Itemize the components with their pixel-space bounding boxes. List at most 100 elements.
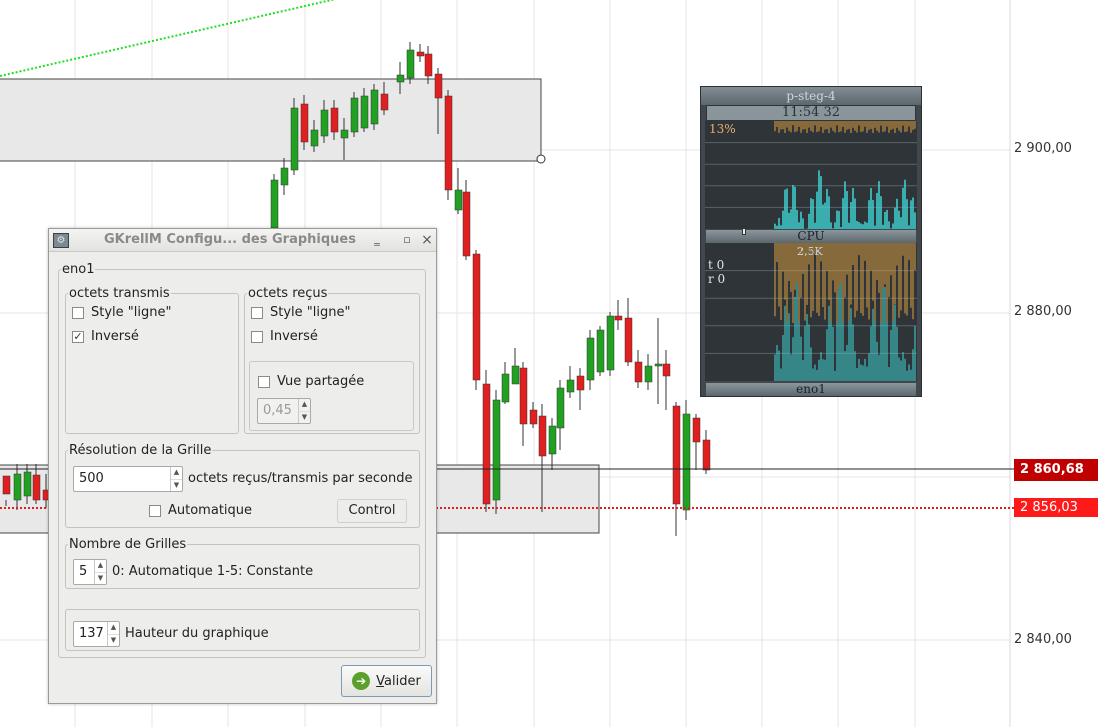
clock-display: 11:54 32 [706, 105, 916, 121]
candle-body [624, 317, 633, 363]
height-spinner[interactable]: 137 ▲ ▼ [73, 621, 120, 647]
candle-body [672, 405, 681, 505]
candle-body [511, 365, 520, 385]
candle-body [290, 107, 299, 171]
candle-body [416, 51, 425, 57]
candle-body [548, 425, 557, 455]
checkbox-box[interactable] [72, 306, 84, 319]
candle-body [270, 179, 279, 229]
candle-body [454, 189, 463, 211]
close-button[interactable]: × [419, 232, 435, 248]
cpu-percent-label: 13% [709, 122, 736, 136]
grid-auto-checkbox[interactable]: Automatique [149, 503, 252, 518]
candle-body [566, 379, 575, 393]
candle-body [434, 73, 443, 99]
net-label-bar: eno1 [706, 383, 916, 396]
height-label: Hauteur du graphique [125, 626, 269, 641]
checkbox-box[interactable] [149, 504, 161, 517]
checkbox-label: Automatique [168, 503, 253, 518]
candle-body [2, 475, 11, 495]
spinner-value: 137 [79, 626, 104, 641]
grid-resolution-unit: octets reçus/transmis par seconde [188, 471, 413, 486]
spin-up-icon[interactable]: ▲ [299, 399, 310, 412]
spin-up-icon[interactable]: ▲ [171, 467, 182, 480]
checkbox-label: Inversé [270, 329, 318, 344]
cpu-graph [705, 121, 917, 229]
dialog-titlebar[interactable]: ⚙ GKrellM Configu... des Graphiques ‗ ▫ … [49, 229, 436, 252]
candle-body [682, 413, 691, 511]
candle-body [576, 375, 585, 391]
candle-body [556, 387, 565, 429]
maximize-button[interactable]: ▫ [399, 232, 415, 248]
candle-body [644, 365, 653, 383]
zone-handle [536, 154, 546, 164]
candle-body [396, 74, 405, 83]
grid-count-hint: 0: Automatique 1-5: Constante [112, 564, 314, 579]
candle-body [444, 95, 453, 191]
candle-body [406, 49, 415, 79]
config-dialog: ⚙ GKrellM Configu... des Graphiques ‗ ▫ … [48, 228, 437, 704]
dialog-title: GKrellM Configu... des Graphiques [104, 232, 356, 247]
minimize-button[interactable]: ‗ [369, 232, 385, 248]
rx-label: r 0 [708, 272, 726, 286]
ok-button-label: Valider [376, 673, 421, 689]
net-graph [705, 243, 917, 381]
current-price-badge: 2 860,68 [1014, 459, 1098, 481]
net-interface-label: eno1 [796, 382, 826, 396]
grid-resolution-spinner[interactable]: 500 ▲ ▼ [73, 466, 183, 492]
recv-line-style-checkbox[interactable]: Style "ligne" [251, 305, 350, 320]
candle-body [606, 315, 615, 371]
candle-body [654, 363, 663, 367]
candle-body [340, 129, 349, 139]
candle-body [380, 93, 389, 111]
spinner-value: 0,45 [263, 403, 292, 418]
sent-inverse-checkbox[interactable]: ✓ Inversé [72, 329, 139, 344]
split-view-checkbox[interactable]: Vue partagée [258, 374, 364, 389]
checkbox-label: Inversé [91, 329, 139, 344]
candle-body [482, 383, 491, 505]
app-icon[interactable]: ⚙ [53, 233, 69, 248]
candle-body [519, 367, 528, 425]
sent-line-style-checkbox[interactable]: Style "ligne" [72, 305, 171, 320]
hostname-label: p-steg-4 [701, 87, 921, 105]
candle-body [596, 329, 605, 373]
candle-body [462, 191, 471, 257]
candle-body [350, 97, 359, 133]
candle-body [280, 167, 289, 186]
recv-inverse-checkbox[interactable]: Inversé [251, 329, 318, 344]
spinner-value: 5 [79, 564, 88, 579]
spin-up-icon[interactable]: ▲ [108, 622, 119, 635]
control-button[interactable]: Control [337, 499, 407, 523]
spinner-value: 500 [79, 471, 104, 486]
candle-body [492, 399, 501, 501]
candle-body [310, 129, 319, 147]
received-group-label: octets reçus [248, 286, 328, 301]
spin-down-icon[interactable]: ▼ [171, 480, 182, 492]
candle-body [538, 415, 547, 457]
checkbox-box[interactable]: ✓ [72, 330, 84, 343]
grid-count-spinner[interactable]: 5 ▲ ▼ [73, 559, 107, 585]
spin-down-icon[interactable]: ▼ [299, 412, 310, 424]
checkbox-box[interactable] [258, 375, 270, 388]
checkbox-box[interactable] [251, 330, 263, 343]
cpu-slider-knob[interactable] [742, 228, 746, 235]
candle-body [634, 361, 643, 383]
ok-arrow-icon: ➔ [352, 672, 371, 690]
spin-up-icon[interactable]: ▲ [95, 560, 106, 573]
cpu-label: CPU [797, 229, 825, 243]
checkbox-label: Vue partagée [277, 374, 365, 389]
candle-body [662, 363, 671, 377]
cpu-label-bar: CPU [706, 230, 916, 243]
spin-down-icon[interactable]: ▼ [108, 635, 119, 647]
candle-body [529, 409, 538, 425]
marker-price-badge: 2 856,03 [1014, 498, 1098, 517]
checkbox-box[interactable] [251, 306, 263, 319]
gkrellm-monitor[interactable]: p-steg-4 11:54 32 13% CPU 2,5K t 0 r 0 e… [700, 86, 922, 397]
candle-body [23, 471, 32, 497]
split-ratio-spinner[interactable]: 0,45 ▲ ▼ [257, 398, 311, 424]
spin-down-icon[interactable]: ▼ [95, 573, 106, 585]
checkbox-label: Style "ligne" [270, 305, 351, 320]
candle-body [330, 107, 339, 133]
ok-button[interactable]: ➔ Valider [341, 665, 432, 697]
checkbox-label: Style "ligne" [91, 305, 172, 320]
